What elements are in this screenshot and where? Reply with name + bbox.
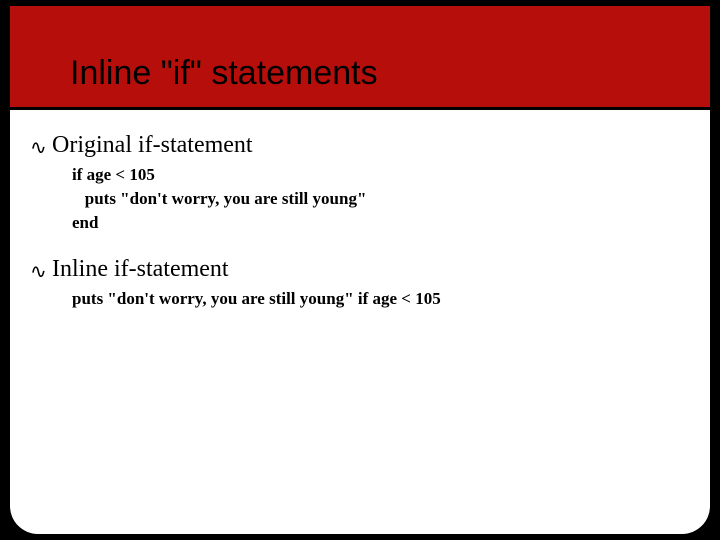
slide-title: Inline "if" statements [70,54,378,93]
slide-body: ∿ Original if-statement if age < 105 put… [30,126,690,329]
section-heading: Original if-statement [52,132,253,159]
code-block: puts "don't worry, you are still young" … [72,287,690,311]
bullet-icon: ∿ [30,138,52,158]
bullet-item: ∿ Original if-statement [30,132,690,159]
bullet-icon: ∿ [30,262,52,282]
section-heading: Inline if-statement [52,256,229,283]
code-block: if age < 105 puts "don't worry, you are … [72,163,690,234]
title-band: Inline "if" statements [10,6,710,110]
bullet-item: ∿ Inline if-statement [30,256,690,283]
slide: Inline "if" statements ∿ Original if-sta… [10,6,710,534]
